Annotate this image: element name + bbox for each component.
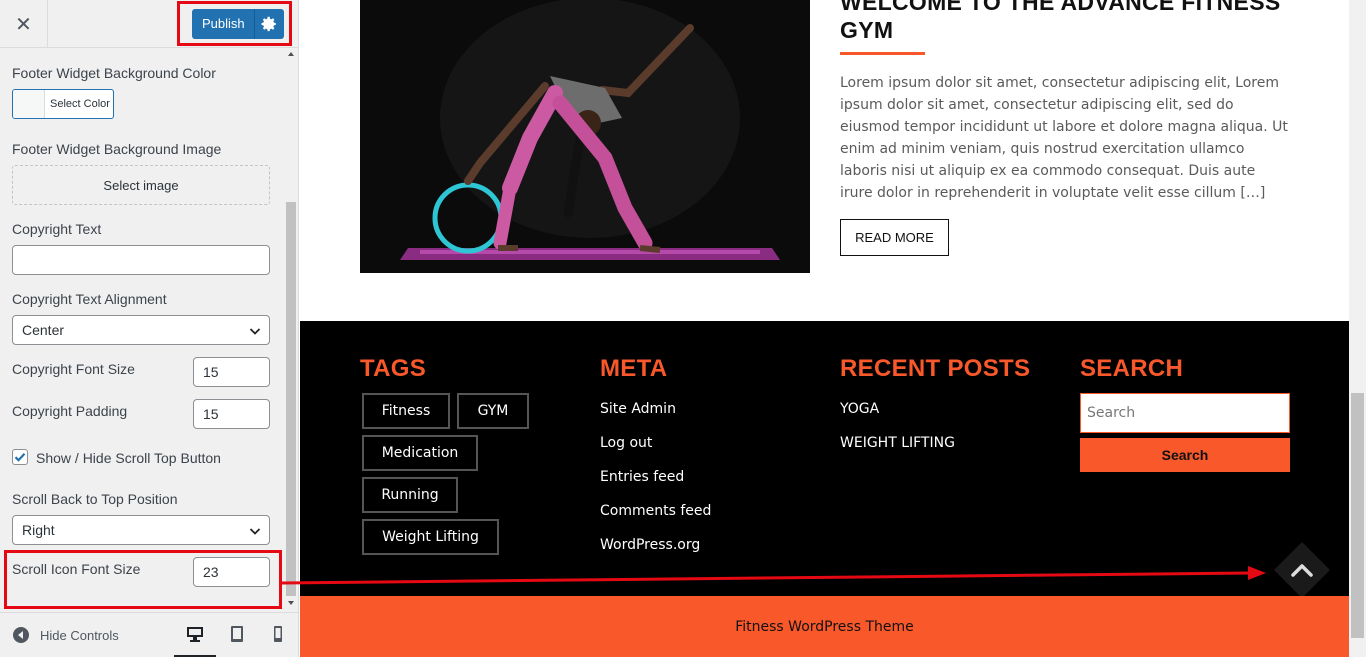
- customizer-footer: Hide Controls: [0, 612, 298, 657]
- tag-label: Medication: [381, 445, 459, 461]
- customizer-header: ✕ Publish: [0, 0, 298, 48]
- close-button[interactable]: ✕: [0, 0, 48, 48]
- recent-post-weight-lifting[interactable]: WEIGHT LIFTING: [840, 435, 955, 451]
- select-image-button[interactable]: Select image: [12, 165, 270, 205]
- site-preview: WELCOME TO THE ADVANCE FITNESS GYM Lorem…: [300, 0, 1349, 657]
- copyright-font-size-input[interactable]: 15: [193, 357, 270, 387]
- scroll-position-label: Scroll Back to Top Position: [12, 491, 178, 507]
- tag-label: Weight Lifting: [382, 529, 479, 545]
- tag-weight-lifting[interactable]: Weight Lifting: [362, 519, 499, 555]
- scroll-top-checkbox[interactable]: [12, 449, 28, 465]
- footer-search-button[interactable]: Search: [1080, 438, 1290, 472]
- title-underline: [840, 52, 925, 55]
- tag-gym[interactable]: GYM: [457, 393, 529, 429]
- copyright-alignment-value: Center: [22, 322, 65, 338]
- mobile-icon[interactable]: [269, 625, 287, 643]
- copyright-alignment-select[interactable]: Center: [12, 315, 270, 345]
- meta-heading: META: [600, 355, 668, 382]
- tags-heading: TAGS: [360, 355, 427, 382]
- tag-label: GYM: [477, 403, 509, 419]
- preview-scroll-thumb[interactable]: [1351, 393, 1364, 638]
- copyright-text[interactable]: Fitness WordPress Theme: [735, 619, 914, 635]
- scroll-up-arrow-icon[interactable]: [287, 50, 295, 58]
- scroll-top-toggle-label: Show / Hide Scroll Top Button: [36, 450, 221, 466]
- yoga-post-image[interactable]: [360, 0, 810, 273]
- scroll-to-top-button[interactable]: [1274, 542, 1330, 598]
- read-more-button[interactable]: READ MORE: [840, 219, 949, 256]
- chevron-down-icon: [249, 328, 261, 335]
- tag-running[interactable]: Running: [362, 477, 458, 513]
- copyright-padding-input[interactable]: 15: [193, 399, 270, 429]
- footer-bg-image-label: Footer Widget Background Image: [12, 141, 222, 157]
- desktop-icon[interactable]: [186, 625, 204, 643]
- meta-link-comments-feed[interactable]: Comments feed: [600, 503, 711, 519]
- copyright-padding-label: Copyright Padding: [12, 403, 128, 419]
- hide-controls-button[interactable]: Hide Controls: [12, 626, 119, 644]
- copyright-bar: Fitness WordPress Theme: [300, 596, 1349, 657]
- post-excerpt: Lorem ipsum dolor sit amet, consectetur …: [840, 75, 1288, 201]
- scroll-position-value: Right: [22, 522, 55, 538]
- select-color-button[interactable]: Select Color: [12, 89, 114, 119]
- scroll-down-arrow-icon[interactable]: [287, 599, 295, 607]
- tag-label: Fitness: [381, 403, 431, 419]
- checkmark-icon: [14, 453, 26, 462]
- recent-post-yoga[interactable]: YOGA: [840, 401, 879, 417]
- recent-posts-heading: RECENT POSTS: [840, 355, 1031, 382]
- search-heading: SEARCH: [1080, 355, 1184, 382]
- select-color-label: Select Color: [50, 98, 110, 110]
- post-title[interactable]: WELCOME TO THE ADVANCE FITNESS GYM: [840, 0, 1310, 44]
- tag-fitness[interactable]: Fitness: [362, 393, 450, 429]
- chevron-down-icon: [249, 528, 261, 535]
- footer-bg-color-label: Footer Widget Background Color: [12, 65, 216, 81]
- scroll-position-select[interactable]: Right: [12, 515, 270, 545]
- meta-link-wordpress-org[interactable]: WordPress.org: [600, 537, 700, 553]
- hide-controls-label: Hide Controls: [40, 627, 119, 643]
- scroll-icon-highlight-box: [4, 550, 282, 609]
- color-swatch: [13, 90, 45, 118]
- footer-search-input[interactable]: Search: [1080, 393, 1290, 433]
- publish-highlight-box: [177, 1, 292, 46]
- tablet-icon[interactable]: [228, 625, 246, 643]
- meta-link-site-admin[interactable]: Site Admin: [600, 401, 676, 417]
- copyright-font-size-label: Copyright Font Size: [12, 361, 135, 377]
- site-footer: TAGS Fitness GYM Medication Running Weig…: [300, 321, 1349, 598]
- meta-link-entries-feed[interactable]: Entries feed: [600, 469, 684, 485]
- copyright-text-input[interactable]: [12, 245, 270, 275]
- copyright-alignment-label: Copyright Text Alignment: [12, 291, 167, 307]
- customizer-sidebar: ✕ Publish Footer Widget Background Color…: [0, 0, 299, 657]
- collapse-arrow-icon: [13, 627, 29, 643]
- meta-link-log-out[interactable]: Log out: [600, 435, 652, 451]
- tag-medication[interactable]: Medication: [362, 435, 478, 471]
- sidebar-scroll-thumb[interactable]: [286, 202, 296, 596]
- tag-label: Running: [381, 487, 439, 503]
- copyright-text-label: Copyright Text: [12, 221, 102, 237]
- close-icon: ✕: [15, 12, 32, 36]
